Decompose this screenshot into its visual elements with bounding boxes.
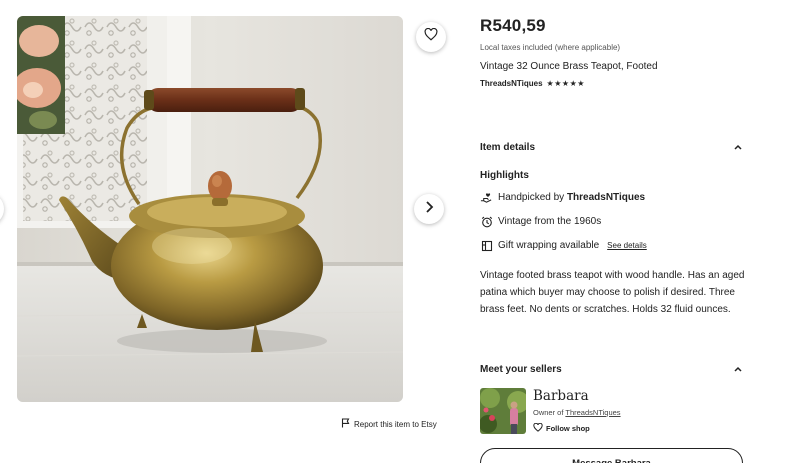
heart-icon	[424, 27, 438, 46]
shop-rating-row: ThreadsNTiques ★★★★★	[480, 79, 585, 88]
chevron-right-icon	[424, 200, 434, 219]
meet-sellers-heading: Meet your sellers	[480, 364, 562, 375]
gift-text: Gift wrapping available	[498, 240, 600, 251]
seller-card: Barbara Owner of ThreadsNTiques Follow s…	[480, 388, 621, 434]
item-description: Vintage footed brass teapot with wood ha…	[480, 270, 745, 315]
price: R540,59	[480, 16, 546, 35]
favorite-button[interactable]	[416, 22, 446, 52]
chevron-up-icon	[734, 142, 742, 153]
message-seller-button[interactable]: Message Barbara	[480, 448, 743, 463]
teapot-image	[17, 16, 403, 402]
vintage-text: Vintage from the 1960s	[498, 216, 602, 227]
follow-shop-label: Follow shop	[546, 424, 590, 433]
item-details-heading: Item details	[480, 142, 536, 153]
seller-name: Barbara	[533, 388, 589, 404]
tax-note: Local taxes included (where applicable)	[480, 43, 621, 52]
owner-line: Owner of ThreadsNTiques	[533, 408, 621, 417]
gift-highlight: Gift wrapping available See details	[480, 239, 647, 252]
report-item-link[interactable]: Report this item to Etsy	[341, 418, 437, 430]
rating-stars[interactable]: ★★★★★	[547, 79, 585, 88]
chevron-up-icon	[734, 364, 742, 375]
previous-image-button[interactable]	[0, 193, 4, 225]
highlights-heading: Highlights	[480, 170, 529, 181]
clock-icon	[480, 215, 493, 228]
shop-name-link[interactable]: ThreadsNTiques	[480, 79, 543, 88]
hand-heart-icon	[480, 191, 493, 204]
follow-shop-button[interactable]: Follow shop	[533, 422, 621, 434]
owner-shop-link[interactable]: ThreadsNTiques	[565, 408, 620, 417]
seller-info: Barbara Owner of ThreadsNTiques Follow s…	[533, 388, 621, 434]
handpicked-text: Handpicked by ThreadsNTiques	[498, 192, 646, 203]
flag-icon	[341, 418, 350, 430]
see-details-link[interactable]: See details	[607, 241, 647, 250]
listing-photo[interactable]	[17, 16, 403, 402]
vintage-highlight: Vintage from the 1960s	[480, 215, 601, 228]
listing-title: Vintage 32 Ounce Brass Teapot, Footed	[480, 61, 658, 72]
seller-avatar[interactable]	[480, 388, 526, 434]
handpicked-highlight: Handpicked by ThreadsNTiques	[480, 191, 645, 204]
report-label: Report this item to Etsy	[354, 419, 437, 429]
next-image-button[interactable]	[414, 194, 444, 224]
meet-sellers-toggle[interactable]: Meet your sellers	[480, 364, 742, 375]
chevron-left-icon	[0, 200, 1, 218]
item-details-toggle[interactable]: Item details	[480, 142, 742, 153]
heart-outline-icon	[533, 422, 543, 434]
handpicked-shop-link[interactable]: ThreadsNTiques	[567, 192, 645, 203]
gift-box-icon	[480, 239, 493, 252]
